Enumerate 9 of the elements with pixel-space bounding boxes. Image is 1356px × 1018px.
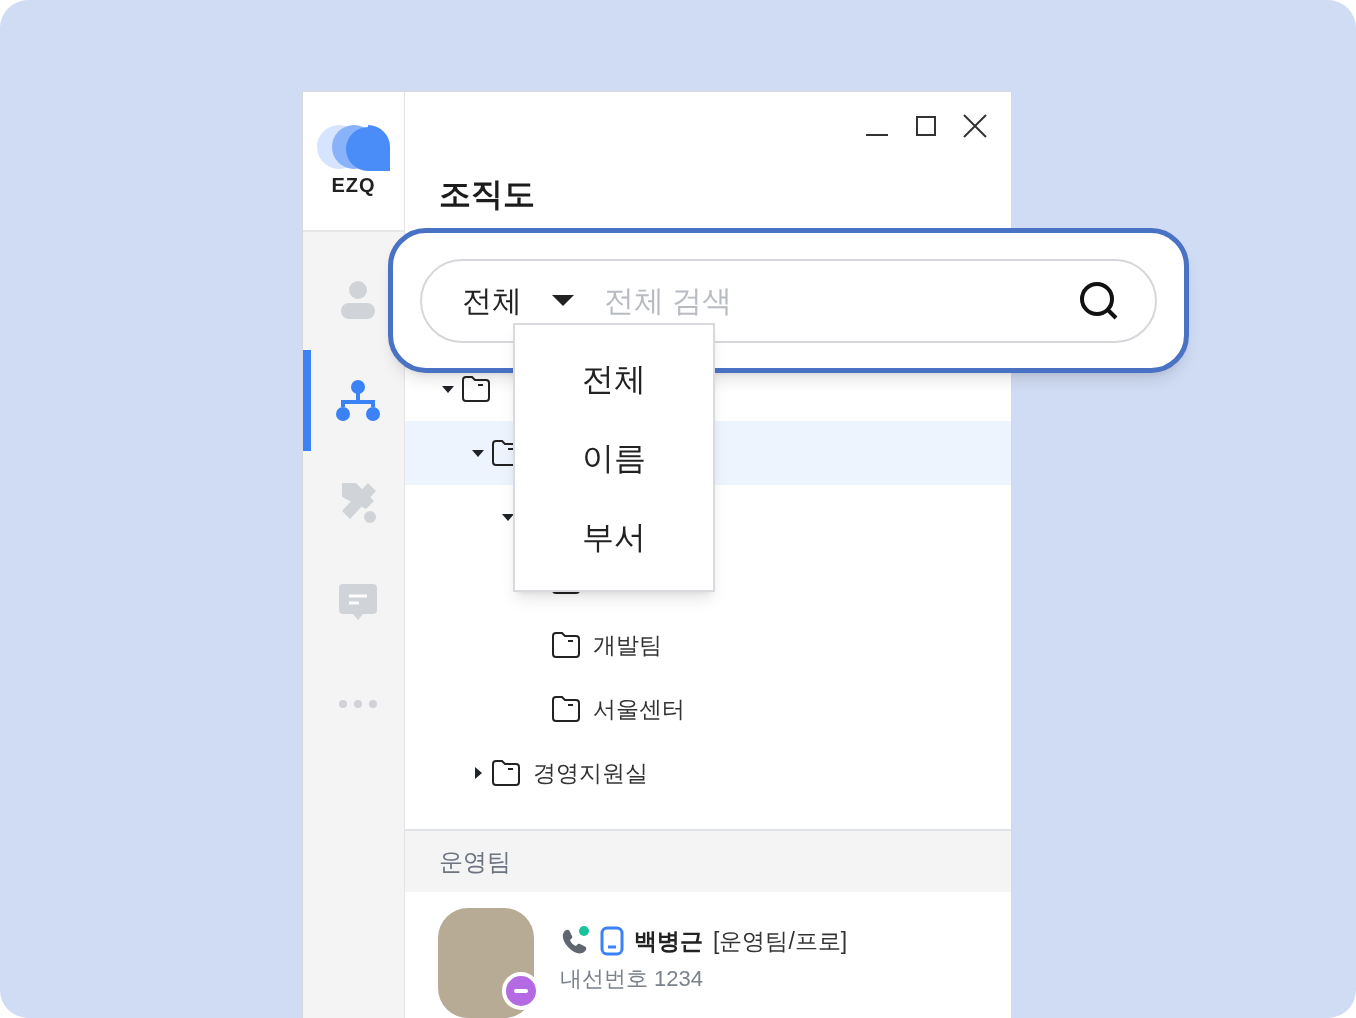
logo-text: EZQ — [331, 175, 376, 195]
section-title: 운영팀 — [439, 846, 511, 877]
tree-label: 개발팀 — [593, 630, 662, 660]
tree-label: 경영지원실 — [533, 758, 648, 788]
tree-label: 서울센터 — [593, 694, 685, 724]
extension-number: 내선번호 1234 — [560, 965, 705, 994]
person-name: 백병근 — [634, 927, 703, 956]
window-title: 조직도 — [439, 178, 536, 210]
person-position: [운영팀/프로] — [713, 927, 848, 956]
